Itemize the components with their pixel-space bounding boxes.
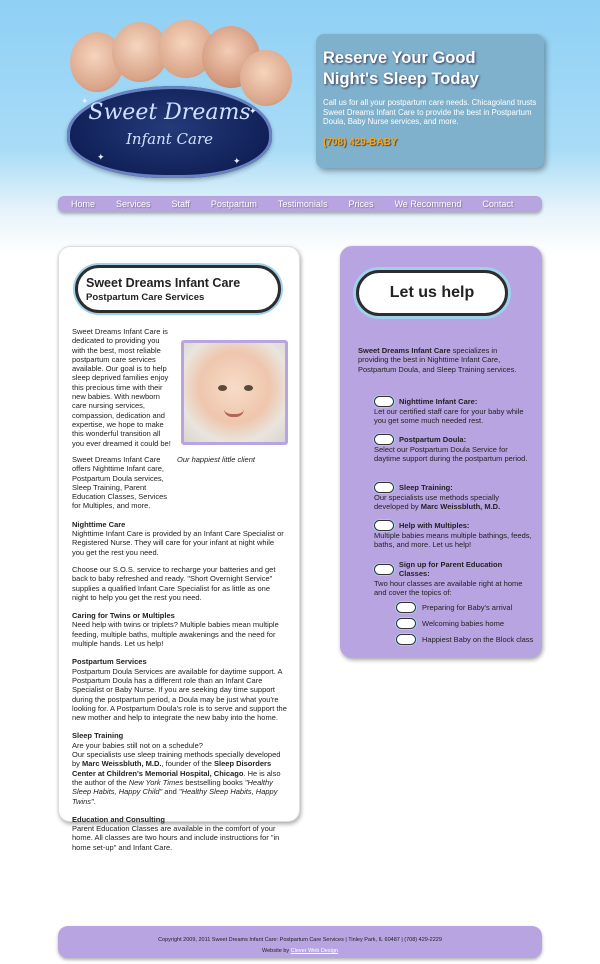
nighttime-heading: Nighttime Care (72, 519, 126, 529)
cloud-icon (374, 434, 394, 445)
topic-item: Happiest Baby on the Block class (396, 634, 533, 645)
topic-item: Welcoming babies home (396, 618, 504, 629)
nav-we-recommend[interactable]: We Recommend (394, 199, 461, 209)
help-title: Let us help (389, 284, 475, 301)
service-sleep-training: Sleep Training: Our specialists use meth… (374, 482, 501, 512)
twins-text: Need help with twins or triplets? Multip… (72, 620, 279, 649)
reserve-box: Reserve Your Good Night's Sleep Today Ca… (316, 34, 544, 168)
help-intro: Sweet Dreams Infant Care specializes in … (358, 346, 517, 374)
cloud-icon (396, 634, 416, 645)
services-description: Sweet Dreams Infant Care offers Nighttim… (72, 455, 288, 852)
education-heading: Education and Consulting (72, 814, 165, 824)
twins-heading: Caring for Twins or Multiples (72, 611, 175, 621)
service-multiples: Help with Multiples: Multiple babies mea… (374, 520, 532, 550)
intro-text: Sweet Dreams Infant Care is dedicated to… (72, 327, 171, 448)
cloud-icon (374, 482, 394, 493)
page-title: Sweet Dreams Infant Care (86, 276, 241, 290)
nav-prices[interactable]: Prices (348, 199, 373, 209)
sos-text: Choose our S.O.S. service to recharge yo… (72, 564, 276, 602)
site-logo[interactable]: ✦ ✦ ✦ ✦ Sweet Dreams Infant Care (62, 20, 302, 180)
footer: Copyright 2009, 2011 Sweet Dreams Infant… (58, 926, 542, 958)
postpartum-heading: Postpartum Services (72, 657, 147, 667)
nav-home[interactable]: Home (71, 199, 95, 209)
sleep-heading: Sleep Training (72, 731, 124, 741)
cloud-icon (374, 520, 394, 531)
nav-staff[interactable]: Staff (172, 199, 190, 209)
cloud-icon (374, 396, 394, 407)
credit-line: Website by Clever Web Design (262, 948, 338, 954)
service-postpartum-doula: Postpartum Doula: Select our Postpartum … (374, 434, 528, 464)
nav-contact[interactable]: Contact (482, 199, 513, 209)
nav-postpartum[interactable]: Postpartum (211, 199, 257, 209)
phone-number[interactable]: (708) 429-BABY (323, 137, 537, 148)
logo-title: Sweet Dreams (88, 100, 251, 125)
logo-cloud: ✦ ✦ ✦ ✦ Sweet Dreams Infant Care (67, 86, 272, 178)
reserve-text: Call us for all your postpartum care nee… (323, 98, 537, 126)
main-content-panel: Sweet Dreams Infant Care Postpartum Care… (58, 246, 300, 852)
credit-link[interactable]: Clever Web Design (291, 948, 338, 954)
postpartum-text: Postpartum Doula Services are available … (72, 666, 287, 723)
cloud-icon (396, 602, 416, 613)
service-nighttime: Nighttime Infant Care: Let our certified… (374, 396, 524, 426)
baby-photo (181, 340, 288, 445)
main-nav: Home Services Staff Postpartum Testimoni… (58, 196, 542, 212)
sleep-question: Are your babies still not on a schedule? (72, 740, 203, 750)
service-parent-education: Sign up for Parent Education Classes: Tw… (374, 560, 523, 597)
cloud-icon (374, 563, 394, 575)
page-title-cloud: Sweet Dreams Infant Care Postpartum Care… (75, 265, 281, 313)
nav-services[interactable]: Services (116, 199, 151, 209)
logo-subtitle: Infant Care (125, 130, 213, 148)
topic-item: Preparing for Baby's arrival (396, 602, 512, 613)
reserve-heading: Reserve Your Good Night's Sleep Today (323, 49, 479, 88)
education-text: Parent Education Classes are available i… (72, 824, 280, 852)
sleep-text: Our specialists use sleep training metho… (72, 750, 281, 806)
nighttime-text: Nighttime Infant Care is provided by an … (72, 529, 284, 557)
copyright-text: Copyright 2009, 2011 Sweet Dreams Infant… (158, 937, 442, 943)
cloud-icon (396, 618, 416, 629)
help-panel: Let us help Sweet Dreams Infant Care spe… (340, 246, 542, 658)
offers-text: Sweet Dreams Infant Care offers Nighttim… (72, 455, 168, 511)
nav-testimonials[interactable]: Testimonials (278, 199, 328, 209)
help-cloud: Let us help (356, 270, 508, 316)
page-subtitle: Postpartum Care Services (86, 292, 205, 303)
